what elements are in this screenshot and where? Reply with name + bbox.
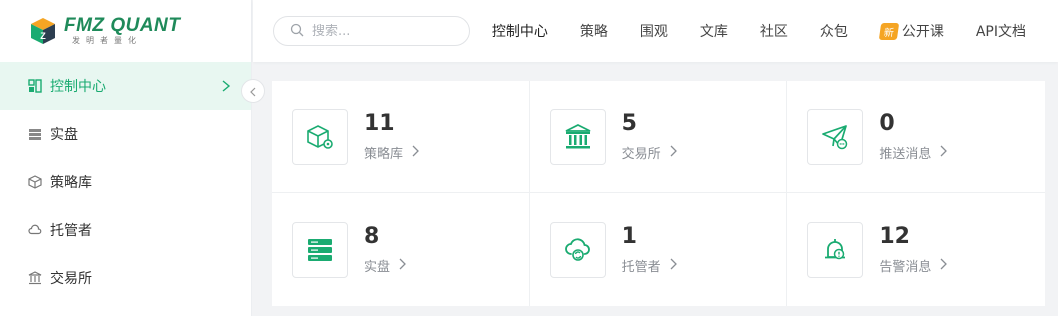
- alarm-bell-icon: [807, 221, 864, 278]
- sidebar-item-exchange[interactable]: 交易所: [0, 254, 251, 302]
- sidebar-item-docker[interactable]: 托管者: [0, 206, 251, 254]
- top-nav-dashboard[interactable]: 控制中心: [492, 21, 548, 41]
- sidebar: Z FMZ QUANT 发明者量化 控制中心 实盘 策略库 托管者 交易所: [0, 0, 252, 316]
- dashboard-icon: [28, 79, 42, 93]
- stat-label: 实盘: [364, 260, 391, 275]
- sidebar-collapse-button[interactable]: [241, 79, 265, 103]
- chevron-right-icon: [939, 258, 948, 274]
- stat-count: 12: [879, 224, 910, 249]
- stat-card-live-trading[interactable]: 8 实盘: [272, 193, 530, 306]
- stat-card-push-messages[interactable]: 0 推送消息: [787, 81, 1045, 193]
- stat-count: 1: [621, 224, 637, 249]
- sidebar-item-live-trading[interactable]: 实盘: [0, 110, 251, 158]
- stat-label: 托管者: [621, 260, 661, 275]
- chevron-right-icon: [221, 79, 231, 97]
- stat-label: 交易所: [621, 147, 661, 162]
- chevron-right-icon: [411, 145, 419, 161]
- stat-label: 策略库: [364, 147, 404, 162]
- stat-label: 告警消息: [879, 260, 932, 275]
- chevron-left-icon: [249, 82, 257, 101]
- stat-card-docker[interactable]: 1 托管者: [530, 193, 788, 306]
- stat-card-alarm-messages[interactable]: 12 告警消息: [787, 193, 1045, 306]
- chevron-right-icon: [669, 145, 677, 161]
- stat-count: 11: [364, 111, 395, 136]
- cloud-sync-icon: [549, 221, 606, 278]
- chevron-right-icon: [669, 258, 677, 274]
- stat-count: 8: [364, 224, 380, 249]
- top-nav-crowdsource[interactable]: 众包: [820, 21, 848, 41]
- stat-card-exchange[interactable]: 5 交易所: [529, 81, 788, 193]
- new-badge: 新: [878, 22, 900, 40]
- top-nav-watch[interactable]: 围观: [640, 21, 668, 41]
- stat-count: 0: [879, 111, 895, 136]
- top-nav-library[interactable]: 文库: [700, 21, 728, 41]
- cube-icon: [28, 175, 42, 189]
- stat-label: 推送消息: [879, 147, 932, 162]
- top-nav: 控制中心 策略 围观 文库 社区 众包 新 公开课 API文档: [492, 21, 1058, 41]
- logo[interactable]: Z FMZ QUANT 发明者量化: [0, 0, 251, 62]
- sidebar-item-label: 策略库: [50, 175, 92, 191]
- stat-count: 5: [621, 111, 637, 136]
- bank-icon: [549, 108, 606, 165]
- search-box[interactable]: [273, 16, 470, 46]
- top-bar: 控制中心 策略 围观 文库 社区 众包 新 公开课 API文档: [253, 0, 1058, 62]
- svg-text:Z: Z: [40, 31, 46, 41]
- sidebar-item-strategy-library[interactable]: 策略库: [0, 158, 251, 206]
- search-icon: [290, 22, 304, 41]
- top-nav-label: 公开课: [901, 24, 944, 40]
- sidebar-item-dashboard[interactable]: 控制中心: [0, 62, 251, 110]
- stats-panel: 11 策略库 5 交易所 0 推送消息 8 实盘 1 托管者 12 告警消息: [272, 81, 1045, 306]
- sidebar-item-label: 托管者: [50, 223, 92, 239]
- sidebar-item-label: 实盘: [50, 127, 78, 143]
- brand-tagline: 发明者量化: [72, 36, 142, 45]
- top-nav-strategy[interactable]: 策略: [580, 21, 608, 41]
- brand-name: FMZ QUANT: [64, 15, 181, 36]
- bank-icon: [28, 271, 42, 285]
- cube-gear-icon: [292, 108, 348, 165]
- stat-card-strategy-library[interactable]: 11 策略库: [272, 81, 530, 193]
- chevron-right-icon: [398, 258, 406, 274]
- search-input[interactable]: [312, 23, 462, 39]
- fmz-logo-icon: Z: [28, 16, 58, 46]
- sidebar-item-label: 交易所: [50, 271, 92, 287]
- chevron-right-icon: [939, 145, 948, 161]
- paper-plane-icon: [807, 108, 864, 165]
- top-nav-community[interactable]: 社区: [760, 21, 788, 41]
- server-icon: [292, 221, 348, 278]
- sidebar-item-label: 控制中心: [50, 79, 106, 95]
- top-nav-api-docs[interactable]: API文档: [976, 21, 1026, 41]
- cloud-icon: [28, 223, 42, 237]
- top-nav-open-course[interactable]: 新 公开课: [878, 21, 944, 41]
- server-icon: [28, 127, 42, 141]
